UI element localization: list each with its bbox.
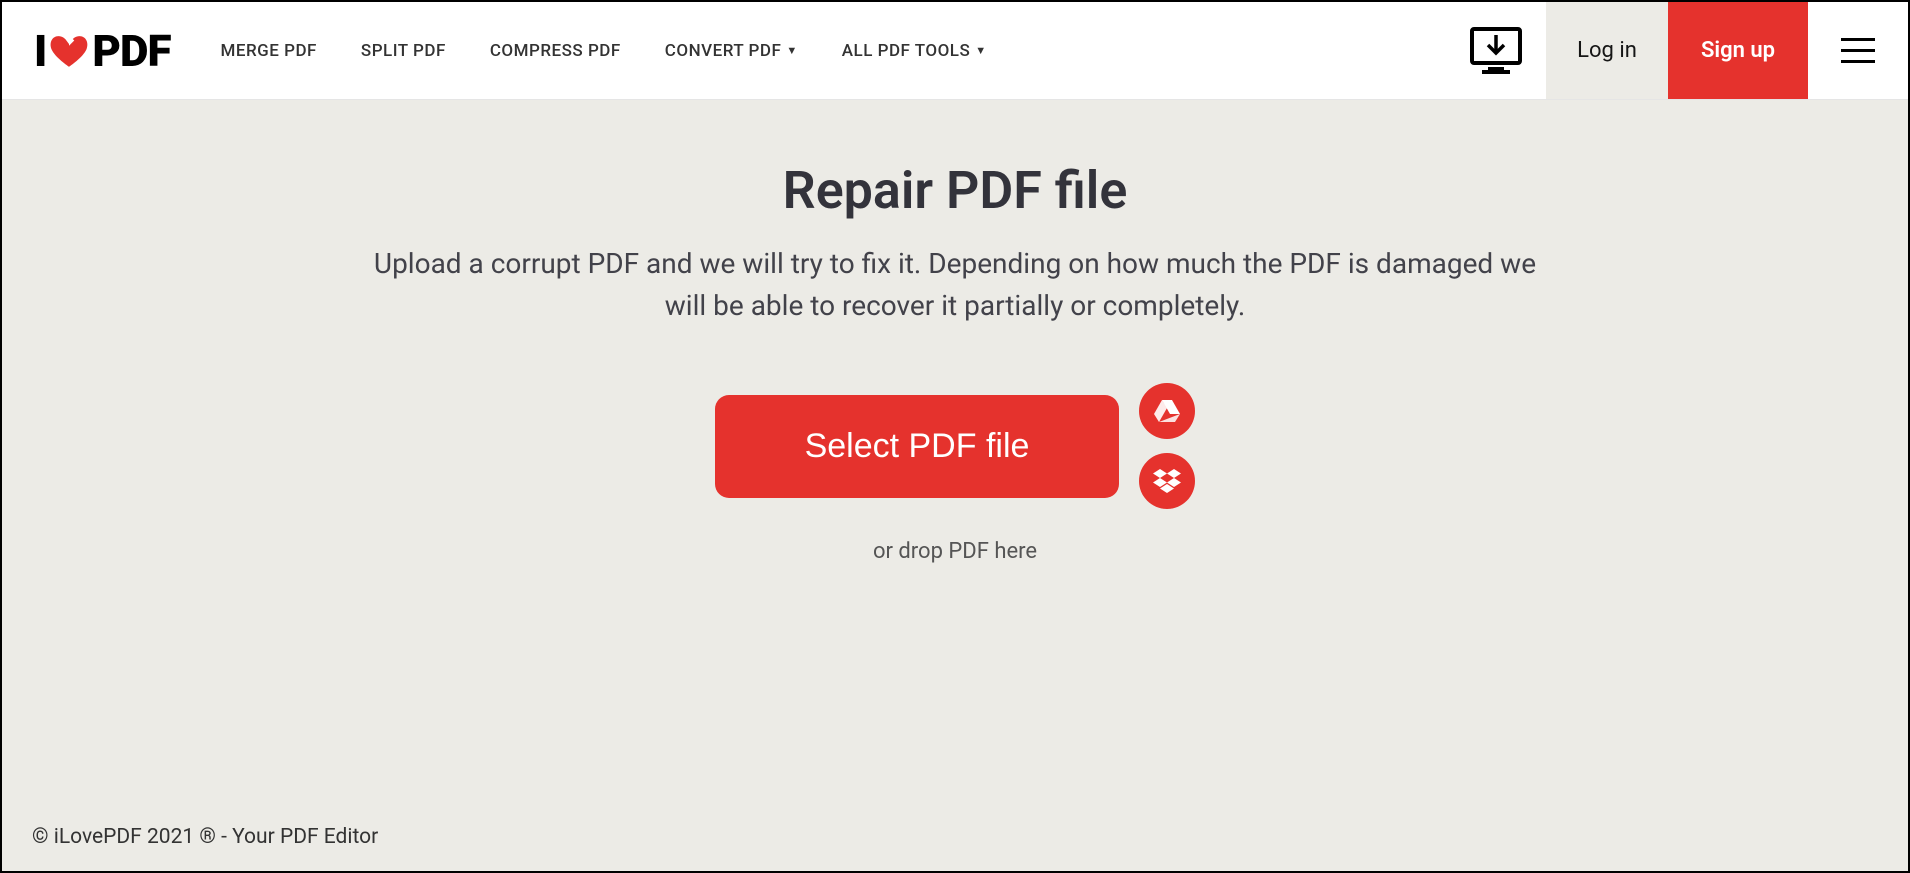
nav-split-pdf[interactable]: SPLIT PDF: [339, 41, 468, 61]
nav-merge-pdf[interactable]: MERGE PDF: [199, 41, 339, 61]
spacer: [1009, 2, 1446, 99]
monitor-download-icon: [1468, 25, 1524, 77]
logo[interactable]: I PDF: [2, 2, 199, 99]
heart-icon: [48, 30, 90, 72]
select-pdf-button[interactable]: Select PDF file: [715, 395, 1120, 498]
dropbox-icon: [1152, 468, 1182, 494]
login-button[interactable]: Log in: [1546, 2, 1668, 99]
cloud-options: [1139, 383, 1195, 509]
footer: © iLovePDF 2021 ® - Your PDF Editor: [2, 807, 1908, 871]
signup-button[interactable]: Sign up: [1668, 2, 1808, 99]
footer-text: © iLovePDF 2021 ® - Your PDF Editor: [32, 825, 378, 849]
logo-prefix: I: [34, 25, 46, 77]
caret-down-icon: ▼: [975, 44, 986, 57]
nav-convert-pdf[interactable]: CONVERT PDF ▼: [643, 41, 820, 61]
logo-suffix: PDF: [92, 25, 170, 77]
header: I PDF MERGE PDF SPLIT PDF COMPRESS PDF C…: [2, 2, 1908, 100]
caret-down-icon: ▼: [786, 44, 797, 57]
nav-compress-pdf[interactable]: COMPRESS PDF: [468, 41, 643, 61]
main-content: Repair PDF file Upload a corrupt PDF and…: [2, 100, 1908, 807]
google-drive-button[interactable]: [1139, 383, 1195, 439]
dropbox-button[interactable]: [1139, 453, 1195, 509]
page-subtitle: Upload a corrupt PDF and we will try to …: [355, 243, 1555, 327]
desktop-download-button[interactable]: [1446, 2, 1546, 99]
drop-hint: or drop PDF here: [873, 539, 1037, 564]
nav-all-pdf-tools[interactable]: ALL PDF TOOLS ▼: [820, 41, 1009, 61]
menu-button[interactable]: [1808, 2, 1908, 99]
page-title: Repair PDF file: [783, 160, 1128, 221]
upload-row: Select PDF file: [715, 383, 1196, 509]
nav: MERGE PDF SPLIT PDF COMPRESS PDF CONVERT…: [199, 2, 1009, 99]
hamburger-icon: [1841, 38, 1875, 63]
google-drive-icon: [1153, 398, 1181, 424]
